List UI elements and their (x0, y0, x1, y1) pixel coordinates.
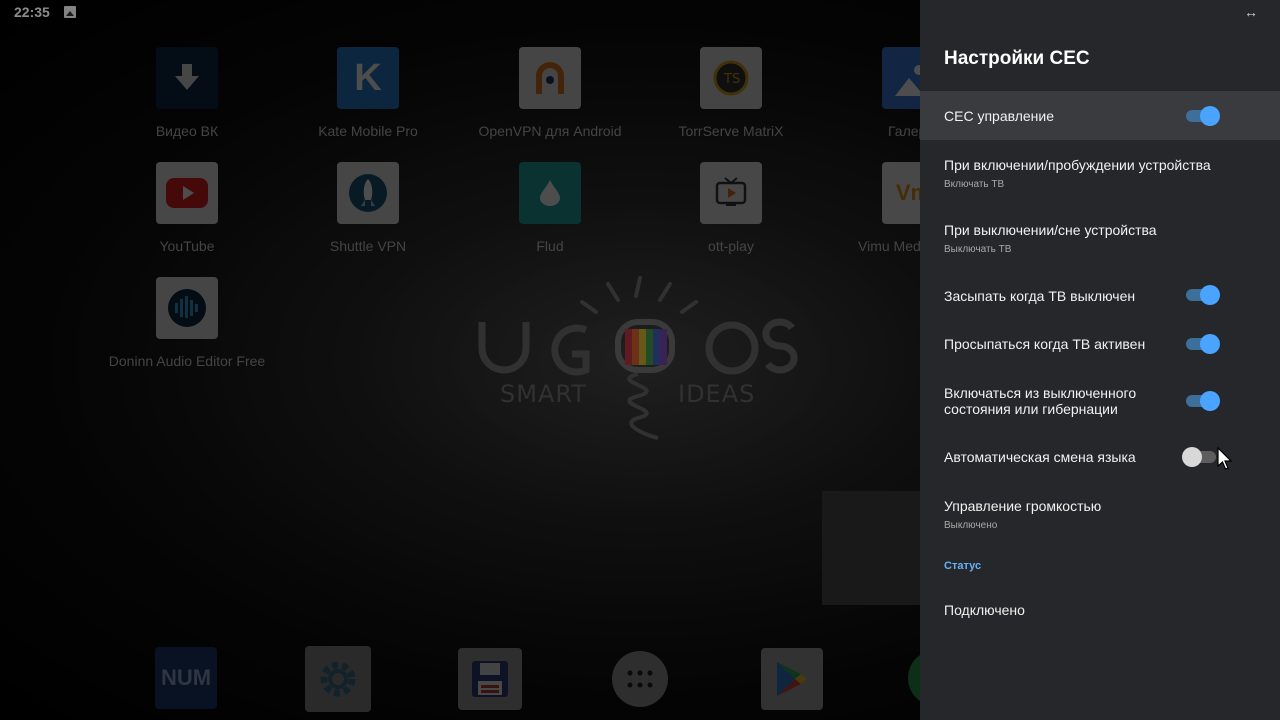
power-on-from-hibernate-toggle[interactable] (1186, 391, 1220, 411)
setting-label: Просыпаться когда ТВ активен (944, 336, 1146, 352)
sleep-when-tv-off-toggle[interactable] (1186, 285, 1220, 305)
expand-horizontal-icon[interactable]: ↔ (1244, 4, 1258, 20)
page-title: Настройки CEC (944, 48, 1090, 69)
setting-on-sleep[interactable]: При выключении/сне устройства Выключать … (920, 211, 1280, 269)
setting-label: Засыпать когда ТВ выключен (944, 288, 1136, 304)
cec-settings-panel: ↔ Настройки CEC CEC управление При включ… (920, 0, 1280, 720)
setting-label: Управление громкостью (944, 498, 1102, 514)
cec-control-toggle[interactable] (1186, 106, 1220, 126)
status-row: Подключено (920, 592, 1280, 628)
setting-label: Автоматическая смена языка (944, 449, 1136, 465)
status-value: Подключено (944, 602, 1025, 618)
setting-value: Выключать ТВ (944, 244, 1012, 255)
setting-on-wake[interactable]: При включении/пробуждении устройства Вкл… (920, 146, 1280, 204)
setting-label: CEC управление (944, 108, 1055, 124)
setting-wake-when-tv-on[interactable]: Просыпаться когда ТВ активен (920, 320, 1280, 368)
section-header-status: Статус (944, 560, 982, 572)
setting-sleep-when-tv-off[interactable]: Засыпать когда ТВ выключен (920, 271, 1280, 319)
setting-label-line1: Включаться из выключенного (944, 385, 1137, 401)
setting-volume-control[interactable]: Управление громкостью Выключено (920, 488, 1280, 544)
mouse-cursor-icon (1217, 447, 1233, 470)
wake-when-tv-on-toggle[interactable] (1186, 334, 1220, 354)
setting-label: При выключении/сне устройства (944, 222, 1157, 238)
setting-label-line2: состояния или гибернации (944, 401, 1118, 417)
auto-language-toggle[interactable] (1182, 447, 1216, 467)
setting-value: Включать ТВ (944, 179, 1005, 190)
setting-value: Выключено (944, 520, 998, 531)
setting-power-on-from-hibernate[interactable]: Включаться из выключенного состояния или… (920, 372, 1280, 430)
setting-cec-control[interactable]: CEC управление (920, 91, 1280, 140)
setting-label: При включении/пробуждении устройства (944, 157, 1211, 173)
